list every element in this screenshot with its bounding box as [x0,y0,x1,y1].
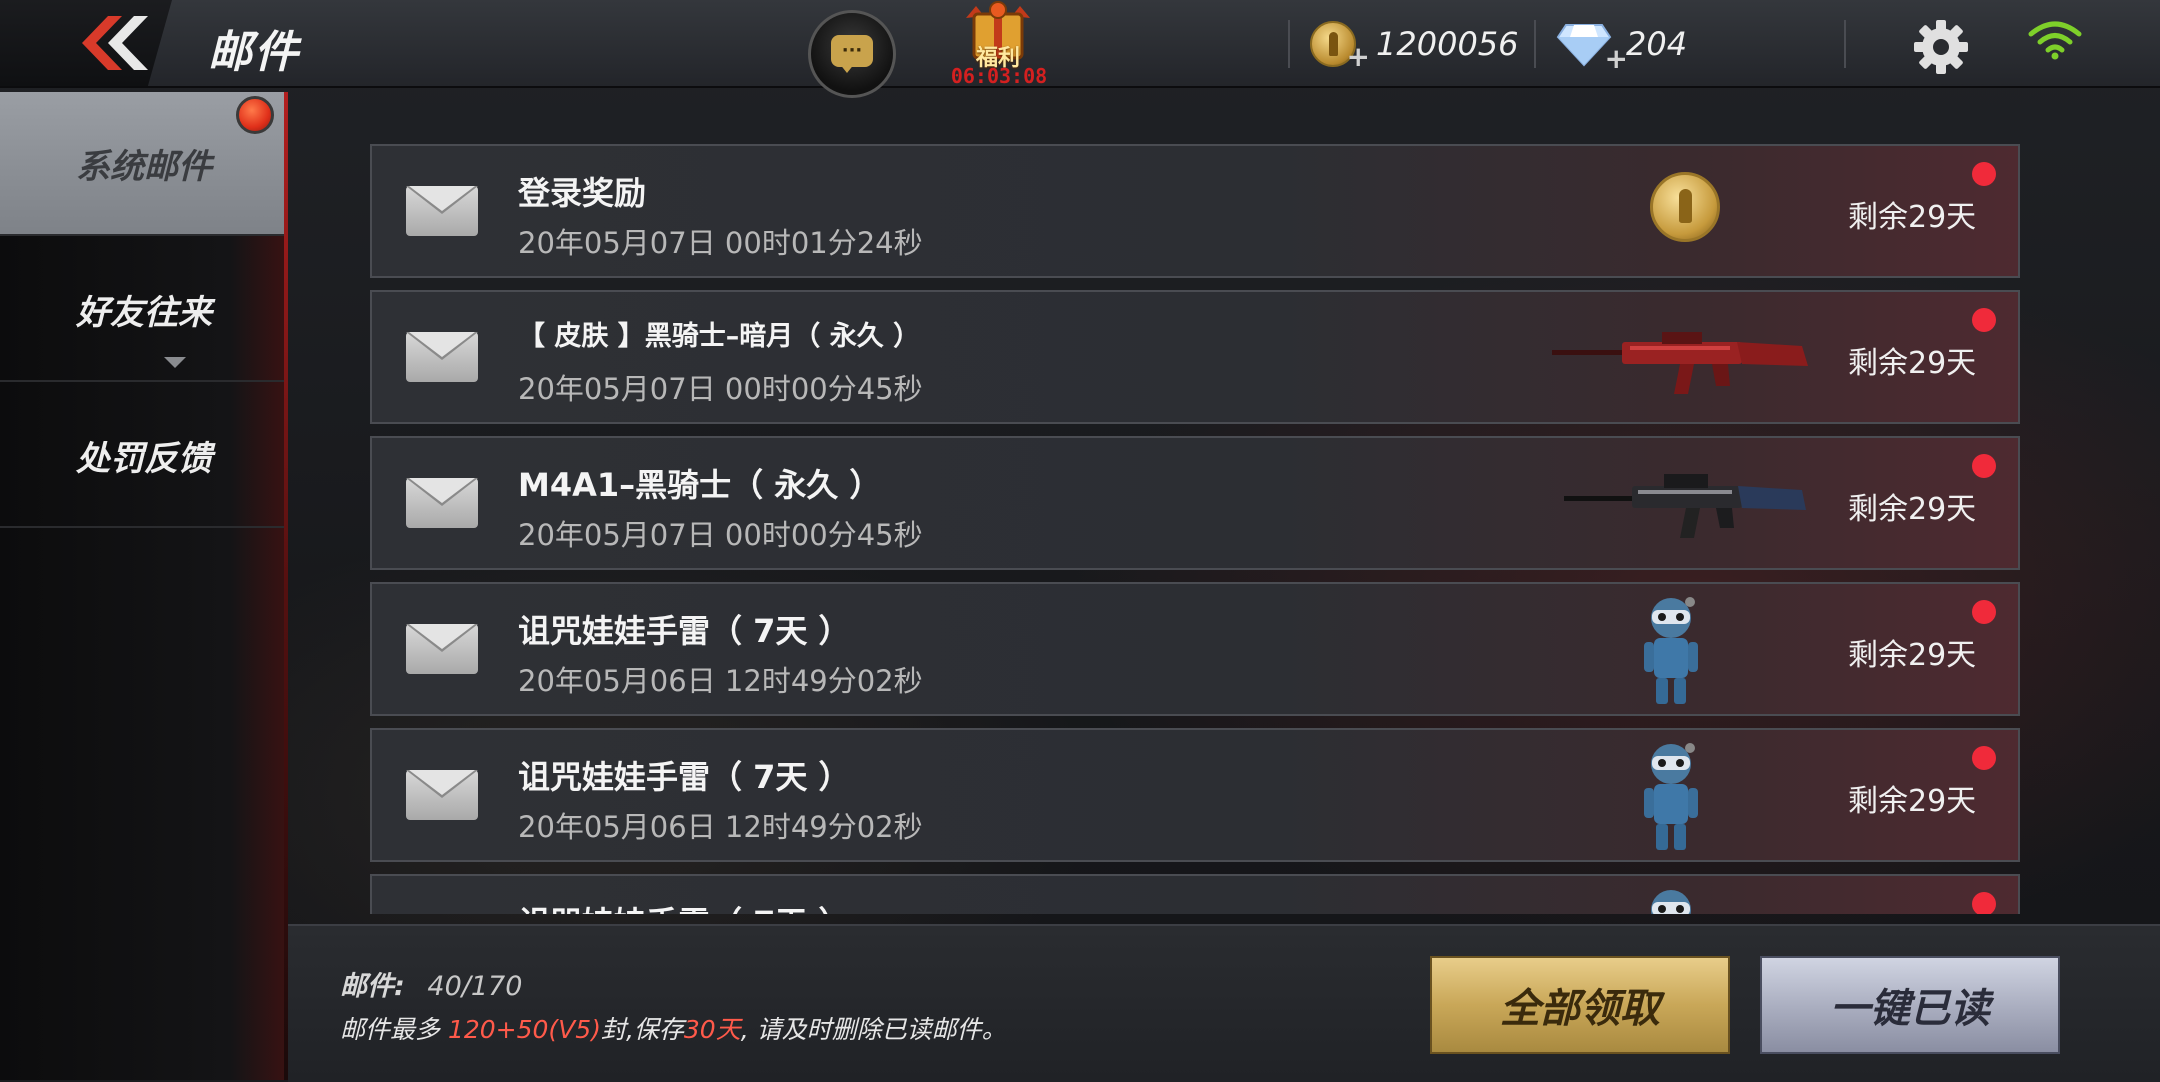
welfare-timer: 06:03:08 [950,64,1048,88]
note-suffix: , 请及时删除已读邮件。 [740,1015,1007,1044]
top-bar: 邮件 ··· 福利 06:03:08 + 1200056 + 204 [0,0,2160,98]
unread-dot [1972,892,1996,914]
envelope-icon [406,624,478,674]
black-rifle-icon [1564,474,1806,538]
sidebar-item-label: 处罚反馈 [76,438,212,479]
chevron-down-icon [164,357,186,368]
unread-dot [1972,162,1996,186]
mail-count-value: 40/170 [427,971,523,1002]
chat-button[interactable]: ··· [808,10,896,98]
mail-item[interactable]: 【 皮肤 】黑骑士–暗月（ 永久 ） 20年05月07日 00时00分45秒 剩… [370,290,2020,424]
mail-title: 登录奖励 [518,174,647,212]
claim-all-button[interactable]: 全部领取 [1430,956,1730,1054]
coin-icon: + [1310,21,1370,73]
page-title: 邮件 [208,27,300,78]
diamond-value: 204 [1626,25,1688,63]
mail-item[interactable]: 诅咒娃娃手雷（ 7天 ） 20年05月06日 12时49分02秒 剩余29天 [370,582,2020,716]
doll-grenade-icon [1644,743,1698,850]
diamond-balance[interactable]: + 204 [1556,16,1688,75]
sidebar-item-friend-mail[interactable]: 好友往来 [0,238,288,382]
envelope-icon [406,478,478,528]
mail-item[interactable]: 诅咒娃娃手雷（ 7天 ） [370,874,2020,914]
mail-list[interactable]: 登录奖励 20年05月07日 00时01分24秒 剩余29天 【 皮肤 】黑骑士… [370,140,2020,914]
gear-icon[interactable] [1912,18,1970,76]
divider [1844,20,1846,68]
sidebar-item-label: 好友往来 [76,292,212,333]
mail-title: M4A1–黑骑士（ 永久 ） [518,466,882,504]
unread-dot [1972,308,1996,332]
mail-date: 20年05月06日 12时49分02秒 [518,810,923,844]
add-diamond-icon: + [1604,42,1628,75]
mail-title: 诅咒娃娃手雷（ 7天 ） [518,898,851,914]
sidebar-item-label: 系统邮件 [76,146,212,187]
mail-remaining: 剩余29天 [1848,200,1977,235]
sidebar-item-penalty-feedback[interactable]: 处罚反馈 [0,384,288,528]
mark-all-read-button[interactable]: 一键已读 [1760,956,2060,1054]
mail-item[interactable]: M4A1–黑骑士（ 永久 ） 20年05月07日 00时00分45秒 剩余29天 [370,436,2020,570]
mail-count: 邮件: 40/170 [340,964,522,1003]
divider [1288,20,1290,68]
coin-balance[interactable]: + 1200056 [1310,16,1519,73]
unread-dot [1972,600,1996,624]
gold-coin-icon [1650,172,1720,242]
envelope-icon [406,186,478,236]
unread-dot [1972,454,1996,478]
welfare-button[interactable]: 福利 06:03:08 [950,0,1047,88]
mail-title: 【 皮肤 】黑骑士–暗月（ 永久 ） [518,321,921,352]
unread-dot [1972,746,1996,770]
envelope-icon [406,770,478,820]
mail-remaining: 剩余29天 [1848,784,1977,819]
bottom-bar: 邮件: 40/170 邮件最多 120+50(V5)封,保存30天, 请及时删除… [288,924,2160,1082]
mail-date: 20年05月06日 12时49分02秒 [518,664,923,698]
red-rifle-icon [1552,332,1808,394]
unread-badge [236,96,274,134]
note-limit: 120+50(V5) [447,1015,601,1044]
back-button[interactable] [0,0,172,86]
mail-title: 诅咒娃娃手雷（ 7天 ） [518,758,851,796]
mail-item[interactable]: 诅咒娃娃手雷（ 7天 ） 20年05月06日 12时49分02秒 剩余29天 [370,728,2020,862]
doll-grenade-icon [1644,597,1698,704]
envelope-icon [406,332,478,382]
note-days: 30天 [683,1015,741,1044]
mail-date: 20年05月07日 00时00分45秒 [518,372,923,406]
back-arrow-icon [82,16,148,70]
doll-grenade-icon [1651,890,1691,914]
sidebar: 系统邮件 好友往来 处罚反馈 [0,92,288,1080]
note-mid: 封,保存 [600,1015,684,1044]
mail-date: 20年05月07日 00时00分45秒 [518,518,923,552]
mail-remaining: 剩余29天 [1848,346,1977,381]
mail-count-label: 邮件: [340,971,405,1002]
wifi-icon [2028,21,2082,60]
add-coin-icon: + [1346,40,1370,73]
mail-remaining: 剩余29天 [1848,492,1977,527]
coin-value: 1200056 [1376,25,1519,63]
mail-storage-note: 邮件最多 120+50(V5)封,保存30天, 请及时删除已读邮件。 [340,1010,1007,1046]
mail-item[interactable]: 登录奖励 20年05月07日 00时01分24秒 剩余29天 [370,144,2020,278]
mail-remaining: 剩余29天 [1848,638,1977,673]
diamond-icon: + [1556,21,1628,75]
mail-date: 20年05月07日 00时01分24秒 [518,226,923,260]
note-prefix: 邮件最多 [340,1015,448,1044]
mail-title: 诅咒娃娃手雷（ 7天 ） [518,612,851,650]
divider [1534,20,1536,68]
